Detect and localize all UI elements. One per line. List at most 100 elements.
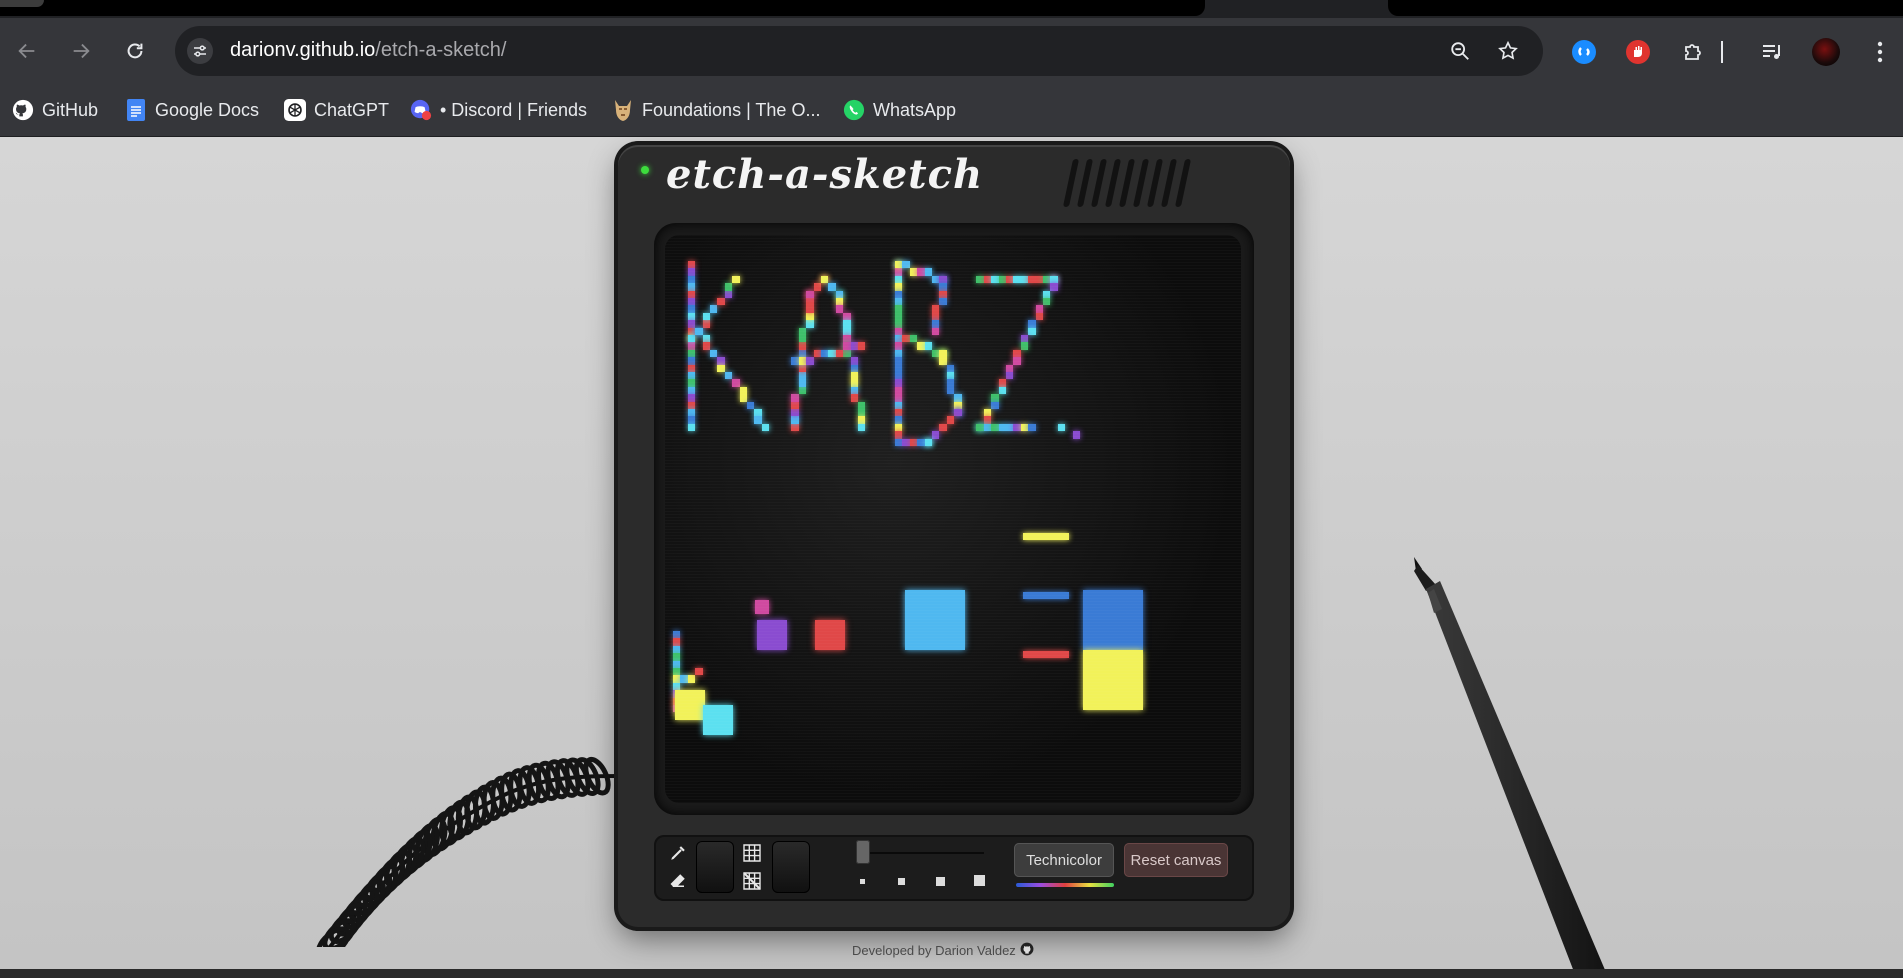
canvas-pixel bbox=[835, 290, 844, 298]
canvas-pixel bbox=[917, 342, 925, 350]
adblock-icon[interactable] bbox=[1624, 38, 1652, 66]
canvas-pixel bbox=[702, 320, 710, 328]
canvas-pixel bbox=[806, 357, 814, 365]
github-icon[interactable] bbox=[1020, 942, 1034, 959]
canvas-pixel bbox=[895, 275, 903, 284]
canvas-pixel bbox=[791, 416, 799, 424]
speaker-vent bbox=[1062, 159, 1192, 207]
technicolor-button[interactable]: Technicolor bbox=[1014, 843, 1114, 877]
canvas-pixel bbox=[895, 342, 903, 350]
bookmark-github[interactable]: GitHub bbox=[12, 96, 98, 124]
size-option-medium[interactable] bbox=[936, 877, 945, 886]
bookmark-chatgpt[interactable]: ChatGPT bbox=[284, 96, 389, 124]
canvas-pixel bbox=[798, 335, 807, 343]
canvas-pixel bbox=[858, 342, 866, 350]
bookmark-label: Foundations | The O... bbox=[642, 99, 821, 120]
size-option-small[interactable] bbox=[898, 878, 905, 885]
bookmark-odin-project[interactable]: Foundations | The O... bbox=[612, 96, 820, 124]
brush-size-slider-track[interactable] bbox=[860, 852, 984, 854]
canvas-pixel bbox=[828, 349, 836, 358]
canvas-pixel bbox=[724, 290, 733, 298]
bookmark-label: GitHub bbox=[42, 99, 99, 120]
size-option-large[interactable] bbox=[974, 875, 985, 886]
canvas-pixel bbox=[687, 416, 696, 424]
extensions-puzzle-icon[interactable] bbox=[1679, 38, 1707, 66]
eraser-icon[interactable] bbox=[668, 871, 688, 891]
zoom-icon[interactable] bbox=[1447, 38, 1473, 64]
canvas-pixel bbox=[895, 298, 903, 306]
color-picker-swatch[interactable] bbox=[696, 841, 734, 893]
canvas-pixel bbox=[843, 312, 851, 321]
canvas-pixel bbox=[732, 379, 740, 387]
size-option-tiny[interactable] bbox=[860, 879, 865, 884]
pixel-grid[interactable] bbox=[665, 235, 1241, 803]
canvas-pixel bbox=[687, 372, 696, 380]
canvas-pixel bbox=[976, 275, 984, 284]
canvas-pixel bbox=[791, 357, 799, 365]
canvas-pixel bbox=[939, 357, 947, 365]
bookmark-google-docs[interactable]: Google Docs bbox=[125, 96, 259, 124]
canvas-pixel bbox=[1072, 431, 1080, 439]
canvas-pixel bbox=[724, 372, 733, 380]
canvas-pixel bbox=[1006, 372, 1014, 380]
canvas-pixel bbox=[687, 327, 696, 335]
canvas-pixel bbox=[717, 364, 725, 372]
stylus-pen-decoration bbox=[1414, 557, 1605, 969]
canvas-pixel bbox=[1023, 592, 1069, 599]
inactive-tab[interactable] bbox=[1388, 0, 1903, 16]
bookmark-star-icon[interactable] bbox=[1495, 38, 1521, 64]
canvas-pixel bbox=[1013, 349, 1021, 358]
canvas-pixel bbox=[895, 423, 903, 432]
address-bar[interactable]: darionv.github.io/etch-a-sketch/ bbox=[175, 26, 1543, 76]
canvas-pixel bbox=[932, 431, 940, 439]
canvas-pixel bbox=[761, 423, 770, 432]
canvas-pixel bbox=[998, 423, 1006, 432]
url-text: darionv.github.io/etch-a-sketch/ bbox=[230, 39, 506, 62]
drawing-canvas[interactable] bbox=[665, 235, 1241, 803]
bookmark-whatsapp[interactable]: WhatsApp bbox=[843, 96, 956, 124]
bookmark-discord[interactable]: • Discord | Friends bbox=[410, 96, 587, 124]
canvas-pixel bbox=[710, 349, 718, 358]
canvas-pixel bbox=[791, 409, 799, 417]
canvas-pixel bbox=[680, 675, 688, 683]
reset-canvas-button[interactable]: Reset canvas bbox=[1124, 843, 1228, 877]
canvas-pixel bbox=[791, 401, 799, 409]
brush-size-slider-thumb[interactable] bbox=[856, 840, 870, 864]
active-tab[interactable] bbox=[0, 0, 1205, 16]
canvas-pixel bbox=[843, 320, 851, 328]
canvas-pixel bbox=[673, 645, 681, 654]
back-button[interactable] bbox=[14, 38, 40, 64]
pen-icon[interactable] bbox=[668, 843, 688, 863]
canvas-pixel bbox=[909, 438, 918, 446]
canvas-pixel bbox=[1050, 283, 1058, 291]
canvas-pixel bbox=[932, 275, 940, 284]
forward-button[interactable] bbox=[68, 38, 94, 64]
canvas-pixel bbox=[703, 705, 733, 735]
shazam-icon[interactable] bbox=[1570, 38, 1598, 66]
url-domain: darionv.github.io bbox=[230, 39, 376, 61]
canvas-pixel bbox=[835, 349, 844, 358]
media-playlist-icon[interactable] bbox=[1758, 38, 1786, 66]
site-settings-icon[interactable] bbox=[187, 38, 213, 64]
canvas-pixel bbox=[673, 638, 681, 646]
canvas-pixel bbox=[998, 275, 1006, 284]
canvas-pixel bbox=[895, 261, 903, 269]
browser-toolbar: darionv.github.io/etch-a-sketch/ bbox=[0, 18, 1903, 84]
canvas-pixel bbox=[806, 298, 814, 306]
canvas-pixel bbox=[1023, 533, 1069, 540]
canvas-pixel bbox=[747, 401, 755, 409]
grid-off-icon[interactable] bbox=[742, 871, 762, 891]
reload-button[interactable] bbox=[122, 38, 148, 64]
canvas-pixel bbox=[702, 335, 710, 343]
canvas-pixel bbox=[687, 305, 696, 313]
canvas-pixel bbox=[902, 438, 910, 446]
canvas-pixel bbox=[1050, 275, 1058, 284]
grid-icon[interactable] bbox=[742, 843, 762, 863]
canvas-pixel bbox=[673, 653, 681, 661]
background-color-swatch[interactable] bbox=[772, 841, 810, 893]
menu-kebab-icon[interactable] bbox=[1866, 38, 1894, 66]
canvas-pixel bbox=[798, 386, 807, 395]
url-path: /etch-a-sketch/ bbox=[375, 39, 507, 61]
profile-avatar-icon[interactable] bbox=[1812, 38, 1840, 66]
discord-icon bbox=[410, 99, 432, 121]
